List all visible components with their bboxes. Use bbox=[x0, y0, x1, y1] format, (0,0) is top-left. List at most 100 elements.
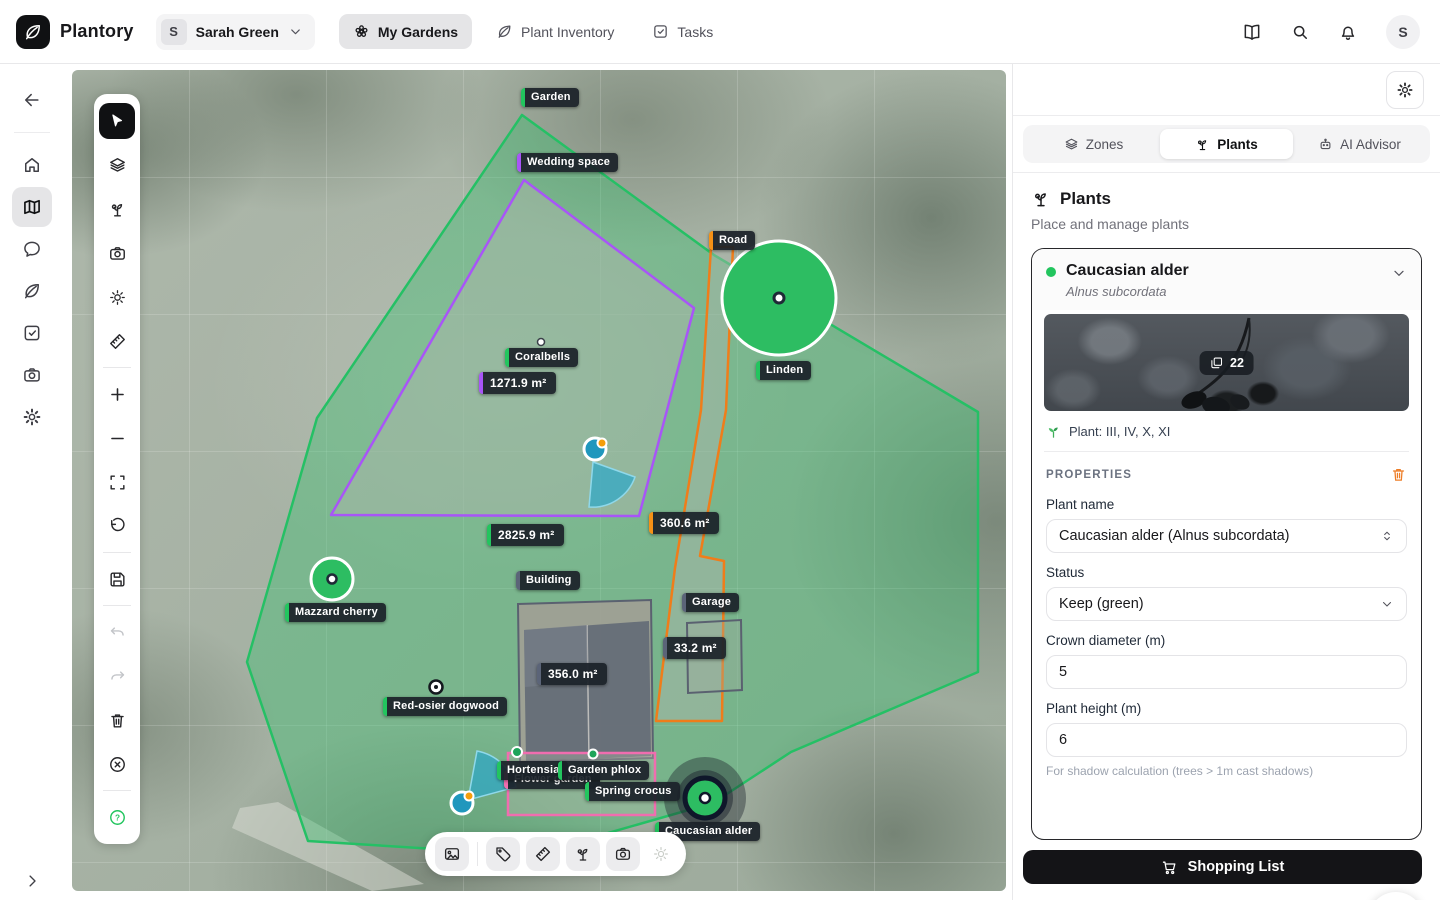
status-select[interactable]: Keep (green) bbox=[1046, 587, 1407, 621]
shopping-list-button[interactable]: Shopping List bbox=[1023, 850, 1422, 884]
expand-sidebar-button[interactable] bbox=[23, 872, 41, 890]
x-circle-icon bbox=[108, 755, 127, 774]
tab-ai-advisor[interactable]: AI Advisor bbox=[1293, 129, 1426, 159]
measurements-toggle-button[interactable] bbox=[526, 837, 560, 871]
back-button[interactable] bbox=[12, 80, 52, 120]
map-label-wedding-space[interactable]: Wedding space bbox=[517, 153, 618, 172]
background-image-button[interactable] bbox=[435, 837, 469, 871]
plant-card-header[interactable]: Caucasian alder Alnus subcordata bbox=[1032, 249, 1421, 310]
account-avatar[interactable]: S bbox=[1386, 15, 1420, 49]
nav-tasks[interactable]: Tasks bbox=[638, 14, 727, 49]
plant-name: Caucasian alder bbox=[1066, 262, 1189, 280]
collapse-card-button[interactable] bbox=[1391, 262, 1407, 281]
zoom-in-button[interactable] bbox=[99, 376, 135, 412]
chat-icon bbox=[22, 239, 42, 259]
help-button[interactable]: ? bbox=[99, 799, 135, 835]
cancel-selection-button[interactable] bbox=[99, 746, 135, 782]
panel-settings-button[interactable] bbox=[1386, 71, 1424, 109]
map-label-coralbells[interactable]: Coralbells bbox=[505, 348, 578, 367]
sidebar-item-settings[interactable] bbox=[12, 397, 52, 437]
cursor-icon bbox=[108, 112, 126, 130]
plant-card-body: 22 Plant: III, IV, X, XI PROPERTIES Plan… bbox=[1032, 310, 1421, 778]
nav-my-gardens[interactable]: My Gardens bbox=[339, 14, 472, 49]
plant-center-dot bbox=[434, 685, 438, 689]
cameras-toggle-button[interactable] bbox=[606, 837, 640, 871]
map-label-hortensia[interactable]: Hortensia bbox=[497, 761, 568, 780]
layers-tool-button[interactable] bbox=[99, 147, 135, 183]
leaf-icon bbox=[496, 23, 513, 40]
book-icon bbox=[1242, 22, 1262, 42]
undo-icon bbox=[108, 623, 127, 642]
undo-button[interactable] bbox=[99, 614, 135, 650]
save-icon bbox=[108, 570, 127, 589]
map-label-linden[interactable]: Linden bbox=[756, 361, 811, 380]
sidebar-item-tasks[interactable] bbox=[12, 313, 52, 353]
nav-plant-inventory[interactable]: Plant Inventory bbox=[482, 14, 628, 49]
tab-zones[interactable]: Zones bbox=[1027, 129, 1160, 159]
properties-header: PROPERTIES bbox=[1044, 452, 1409, 485]
map-label-garage[interactable]: Garage bbox=[682, 593, 739, 612]
map-label-area-road[interactable]: 360.6 m² bbox=[649, 512, 719, 534]
delete-plant-button[interactable] bbox=[1390, 466, 1407, 483]
map-label-garden[interactable]: Garden bbox=[521, 88, 579, 107]
camera-tool-button[interactable] bbox=[99, 235, 135, 271]
plant-coralbells[interactable] bbox=[538, 339, 545, 346]
measure-tool-button[interactable] bbox=[99, 323, 135, 359]
bell-icon bbox=[1338, 22, 1358, 42]
guide-button[interactable] bbox=[1242, 22, 1262, 42]
save-button[interactable] bbox=[99, 561, 135, 597]
map-label-building[interactable]: Building bbox=[516, 571, 580, 590]
sidebar-item-photos[interactable] bbox=[12, 355, 52, 395]
cart-icon bbox=[1161, 859, 1178, 876]
divider bbox=[103, 552, 131, 553]
chevron-down-icon bbox=[1391, 265, 1407, 281]
tab-plants[interactable]: Plants bbox=[1160, 129, 1293, 159]
nav-label: My Gardens bbox=[378, 24, 458, 40]
zoom-out-button[interactable] bbox=[99, 420, 135, 456]
plant-tool-button[interactable] bbox=[99, 191, 135, 227]
map-label-red-osier-dogwood[interactable]: Red-osier dogwood bbox=[383, 697, 507, 716]
photo-count-badge[interactable]: 22 bbox=[1199, 351, 1254, 375]
sprout-icon bbox=[574, 845, 592, 863]
reset-rotation-button[interactable] bbox=[99, 508, 135, 544]
crown-diameter-input[interactable] bbox=[1046, 655, 1407, 689]
labels-toggle-button[interactable] bbox=[486, 837, 520, 871]
notifications-button[interactable] bbox=[1338, 22, 1358, 42]
map-bottom-toolbar bbox=[425, 832, 686, 876]
map-label-road[interactable]: Road bbox=[709, 231, 755, 250]
sidebar-item-map[interactable] bbox=[12, 187, 52, 227]
plant-photo[interactable]: 22 bbox=[1044, 314, 1409, 411]
shadows-toggle-button[interactable] bbox=[646, 837, 676, 871]
sidebar-item-chat[interactable] bbox=[12, 229, 52, 269]
chevron-right-icon bbox=[23, 872, 41, 890]
workspace: Flower garden Garden Wedding space Road … bbox=[0, 64, 1440, 900]
plus-icon bbox=[108, 385, 127, 404]
sidebar-item-home[interactable] bbox=[12, 145, 52, 185]
redo-button[interactable] bbox=[99, 658, 135, 694]
plant-height-group: Plant height (m) For shadow calculation … bbox=[1044, 689, 1409, 778]
plant-name-select[interactable]: Caucasian alder (Alnus subcordata) bbox=[1046, 519, 1407, 553]
fullscreen-button[interactable] bbox=[99, 464, 135, 500]
select-tool-button[interactable] bbox=[99, 103, 135, 139]
sun-tool-button[interactable] bbox=[99, 279, 135, 315]
map-label-area-garden[interactable]: 2825.9 m² bbox=[487, 524, 564, 546]
map-label-area-wedding[interactable]: 1271.9 m² bbox=[479, 372, 556, 394]
sidebar-item-plants[interactable] bbox=[12, 271, 52, 311]
plant-garden-phlox[interactable] bbox=[589, 750, 598, 759]
map-label-mazzard-cherry[interactable]: Mazzard cherry bbox=[285, 603, 386, 622]
plants-toggle-button[interactable] bbox=[566, 837, 600, 871]
garden-map-canvas[interactable]: Flower garden Garden Wedding space Road … bbox=[72, 70, 1006, 891]
map-label-area-building[interactable]: 356.0 m² bbox=[537, 663, 607, 685]
user-switcher[interactable]: S Sarah Green bbox=[156, 14, 315, 50]
seedling-icon bbox=[1046, 424, 1061, 439]
plant-hortensia[interactable] bbox=[512, 747, 522, 757]
status-label: Status bbox=[1046, 565, 1407, 580]
map-label-area-garage[interactable]: 33.2 m² bbox=[663, 637, 726, 659]
delete-button[interactable] bbox=[99, 702, 135, 738]
plant-height-input[interactable] bbox=[1046, 723, 1407, 757]
check-square-icon bbox=[652, 23, 669, 40]
map-label-spring-crocus[interactable]: Spring crocus bbox=[585, 782, 680, 801]
search-button[interactable] bbox=[1290, 22, 1310, 42]
nav-label: Plant Inventory bbox=[521, 24, 614, 40]
map-label-garden-phlox[interactable]: Garden phlox bbox=[558, 761, 649, 780]
